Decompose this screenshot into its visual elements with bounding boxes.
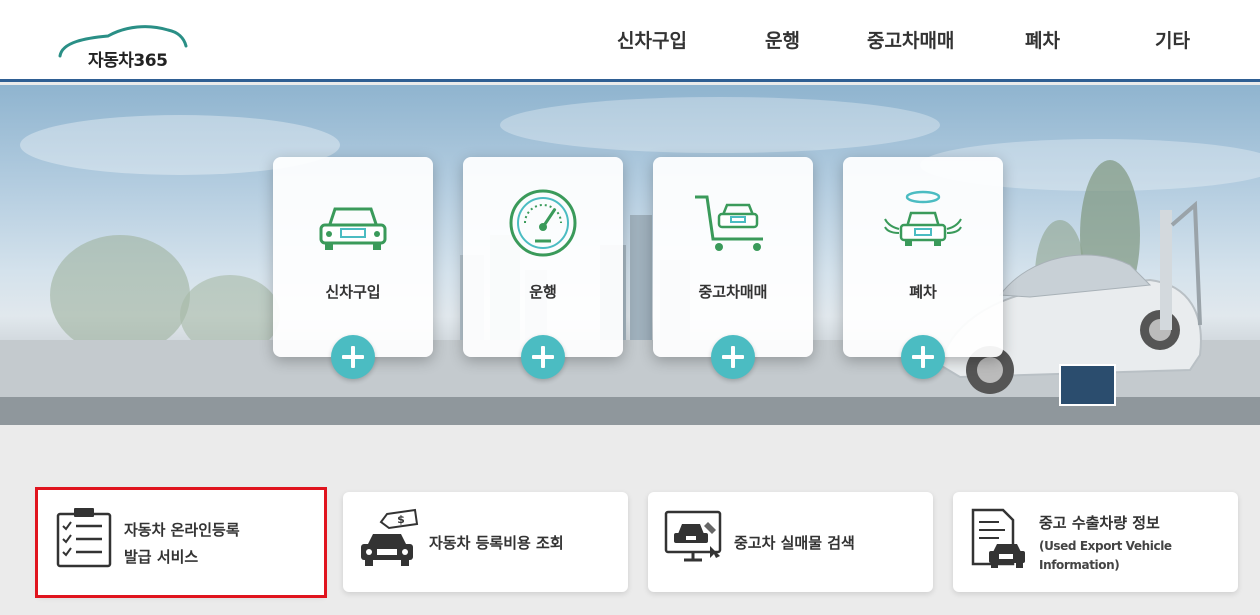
card-label: 중고차매매 (698, 283, 768, 301)
card-driving[interactable]: 운행 (463, 157, 623, 379)
card-label: 신차구입 (325, 283, 381, 301)
service-label-line1: 자동차 온라인등록 (124, 521, 240, 539)
monitor-car-search-icon (664, 510, 722, 562)
car-icon (319, 207, 387, 250)
card-label: 운행 (529, 283, 557, 301)
service-label-line2: 발급 서비스 (124, 548, 199, 566)
service-sublabel-line2: Information) (1039, 558, 1120, 572)
site-header: 자동차365 신차구입 운행 중고차매매 폐차 기타 (0, 0, 1260, 82)
logo-text: 자동차365 (88, 51, 168, 71)
nav-used-car[interactable]: 중고차매매 (867, 26, 954, 53)
service-label: 중고 수출차량 정보 (1039, 514, 1160, 532)
service-export-vehicle-info[interactable]: 중고 수출차량 정보 (Used Export Vehicle Informat… (953, 492, 1238, 592)
service-used-car-search[interactable]: 중고차 실매물 검색 (648, 492, 933, 592)
car-price-tag-icon: $ (361, 508, 419, 566)
hero-banner: 신차구입 운행 중고차매매 폐차 (0, 85, 1260, 425)
nav-scrap[interactable]: 폐차 (1025, 26, 1060, 53)
service-label: 중고차 실매물 검색 (734, 534, 855, 552)
service-registration-cost[interactable]: $ 자동차 등록비용 조회 (343, 492, 628, 592)
card-scrap[interactable]: 폐차 (843, 157, 1003, 379)
plus-icon[interactable] (711, 335, 755, 379)
card-used-car[interactable]: 중고차매매 (653, 157, 813, 379)
banner-background-illustration (0, 97, 1260, 425)
shopping-cart-car-icon (695, 195, 763, 251)
svg-text:$: $ (397, 513, 405, 526)
nav-driving[interactable]: 운행 (765, 26, 800, 53)
plus-icon[interactable] (521, 335, 565, 379)
service-sublabel-line1: (Used Export Vehicle (1039, 539, 1172, 553)
service-online-registration[interactable]: 자동차 온라인등록 발급 서비스 (35, 487, 327, 598)
speedometer-icon (509, 189, 577, 257)
nav-new-car[interactable]: 신차구입 (617, 26, 687, 53)
plus-icon[interactable] (901, 335, 945, 379)
card-new-car[interactable]: 신차구입 (273, 157, 433, 379)
angel-car-icon (884, 190, 962, 246)
document-car-icon (971, 508, 1025, 568)
card-label: 폐차 (909, 283, 937, 301)
logo[interactable]: 자동차365 (56, 20, 196, 71)
service-label: 자동차 등록비용 조회 (429, 534, 564, 552)
checklist-clipboard-icon (56, 508, 112, 568)
plus-icon[interactable] (331, 335, 375, 379)
nav-etc[interactable]: 기타 (1155, 26, 1190, 53)
